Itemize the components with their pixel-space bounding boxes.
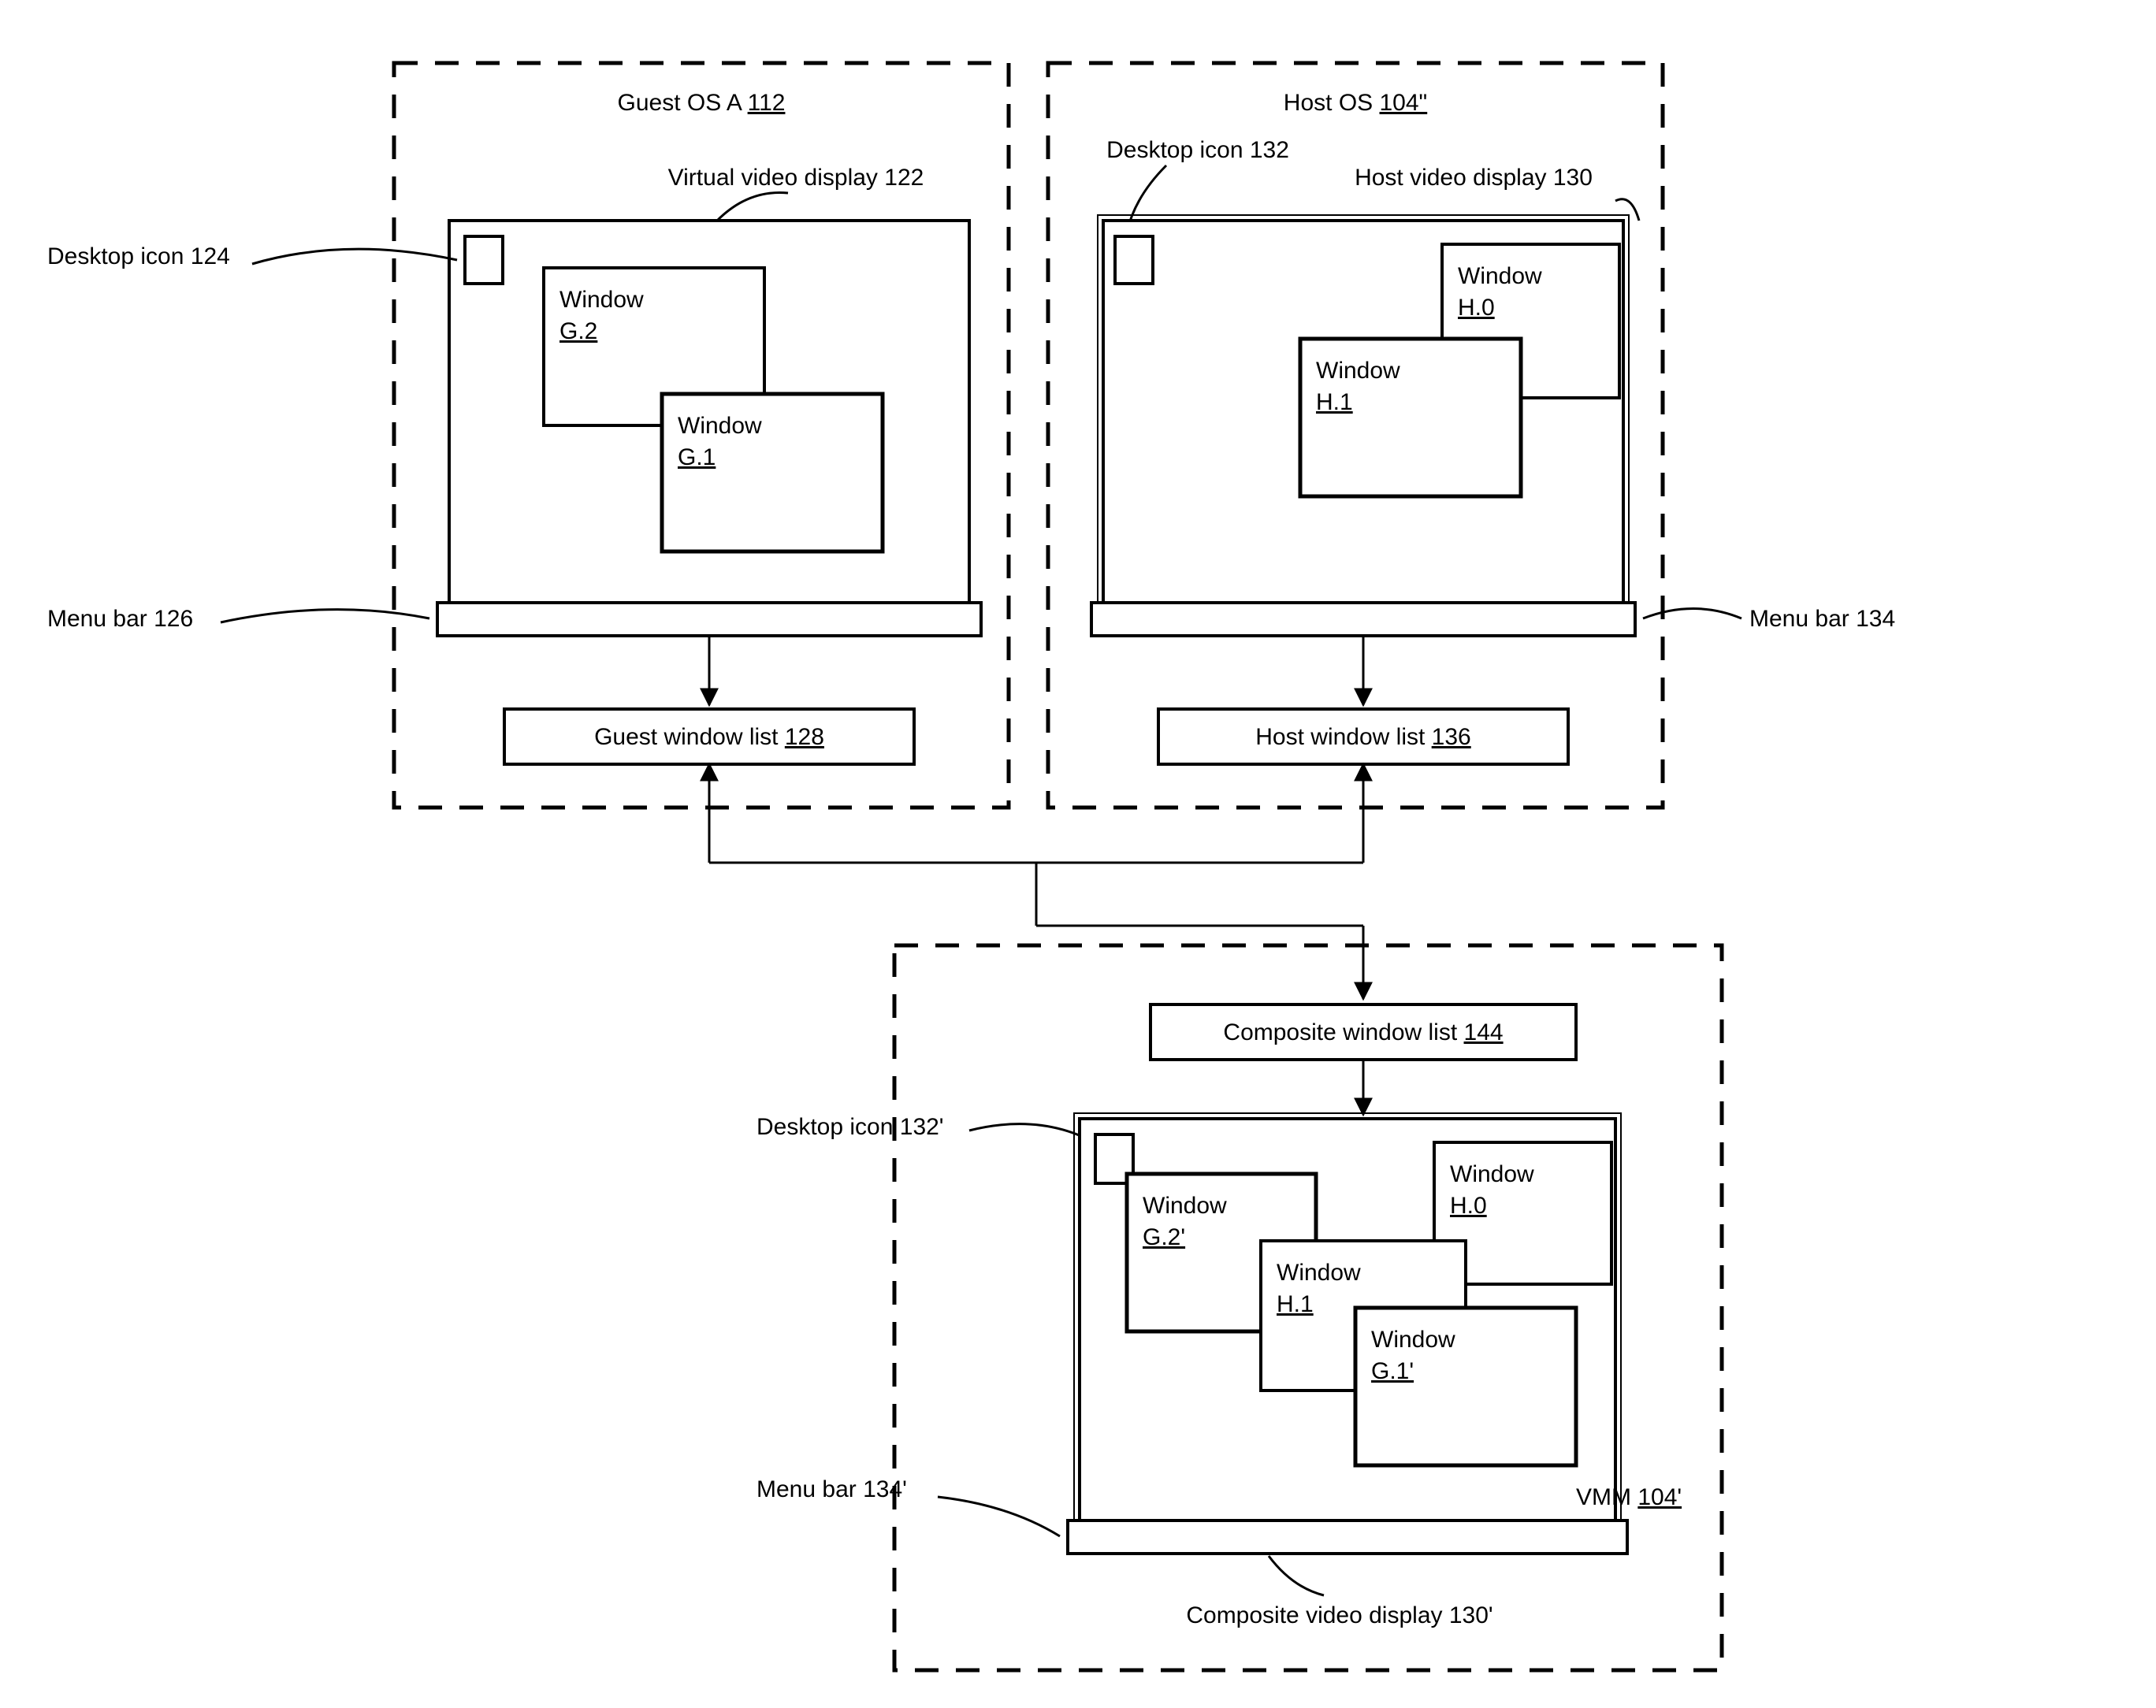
desktop-icon-124 bbox=[465, 236, 503, 284]
menu-bar-134p bbox=[1068, 1520, 1627, 1554]
window-h1: Window H.1 bbox=[1300, 339, 1521, 496]
svg-text:Window: Window bbox=[1371, 1327, 1455, 1353]
guest-os-block: Guest OS A 112 Virtual video display 122… bbox=[47, 63, 1009, 808]
svg-text:Window: Window bbox=[1143, 1193, 1227, 1219]
desktop-icon-124-label: Desktop icon 124 bbox=[47, 243, 230, 269]
menu-bar-134 bbox=[1091, 603, 1635, 636]
svg-text:Host OS 104": Host OS 104" bbox=[1284, 90, 1427, 116]
svg-text:VMM 104': VMM 104' bbox=[1576, 1484, 1682, 1510]
desktop-icon-132-label: Desktop icon 132 bbox=[1106, 137, 1289, 163]
svg-text:H.0: H.0 bbox=[1450, 1193, 1487, 1219]
svg-text:H.0: H.0 bbox=[1458, 295, 1495, 321]
menu-bar-134p-label: Menu bar 134' bbox=[756, 1476, 907, 1502]
guest-title-pre: Guest OS A bbox=[618, 90, 748, 116]
menu-bar-134-label: Menu bar 134 bbox=[1749, 606, 1895, 632]
svg-text:H.1: H.1 bbox=[1277, 1291, 1314, 1317]
connectors bbox=[709, 764, 1363, 999]
svg-text:G.2': G.2' bbox=[1143, 1224, 1185, 1250]
host-title-pre: Host OS bbox=[1284, 90, 1380, 116]
svg-text:H.1: H.1 bbox=[1316, 389, 1353, 415]
svg-text:Window: Window bbox=[1458, 263, 1542, 289]
svg-text:Window: Window bbox=[1450, 1161, 1534, 1187]
svg-text:Guest window list 128: Guest window list 128 bbox=[594, 724, 824, 750]
window-g1: Window G.1 bbox=[662, 394, 883, 551]
svg-text:Window: Window bbox=[678, 413, 762, 439]
host-title-id: 104" bbox=[1380, 90, 1428, 116]
menu-bar-126-label: Menu bar 126 bbox=[47, 606, 193, 632]
svg-text:Window: Window bbox=[1277, 1260, 1361, 1286]
desktop-icon-132 bbox=[1115, 236, 1153, 284]
svg-text:Window: Window bbox=[1316, 358, 1400, 384]
svg-text:Window: Window bbox=[559, 287, 644, 313]
svg-text:G.1': G.1' bbox=[1371, 1358, 1414, 1384]
vmm-block: Composite window list 144 Desktop icon 1… bbox=[756, 945, 1722, 1670]
window-g1p: Window G.1' bbox=[1355, 1308, 1576, 1465]
menu-bar-126 bbox=[437, 603, 981, 636]
diagram-root: Guest OS A 112 Virtual video display 122… bbox=[0, 0, 2156, 1708]
virtual-video-display-label: Virtual video display 122 bbox=[668, 165, 924, 191]
svg-text:Host window list 136: Host window list 136 bbox=[1255, 724, 1470, 750]
vmm-title-pre: VMM bbox=[1576, 1484, 1637, 1510]
guest-title-id: 112 bbox=[748, 90, 786, 116]
svg-text:G.1: G.1 bbox=[678, 444, 716, 470]
svg-text:Composite window list 144: Composite window list 144 bbox=[1223, 1019, 1503, 1045]
host-video-display-label: Host video display 130 bbox=[1355, 165, 1593, 191]
svg-text:G.2: G.2 bbox=[559, 318, 597, 344]
svg-text:Guest OS A 112: Guest OS A 112 bbox=[618, 90, 786, 116]
host-os-block: Host OS 104" Desktop icon 132 Host video… bbox=[1048, 63, 1895, 808]
vmm-title-id: 104' bbox=[1637, 1484, 1682, 1510]
composite-video-display-label: Composite video display 130' bbox=[1186, 1602, 1492, 1628]
desktop-icon-132p-label: Desktop icon 132' bbox=[756, 1114, 944, 1140]
